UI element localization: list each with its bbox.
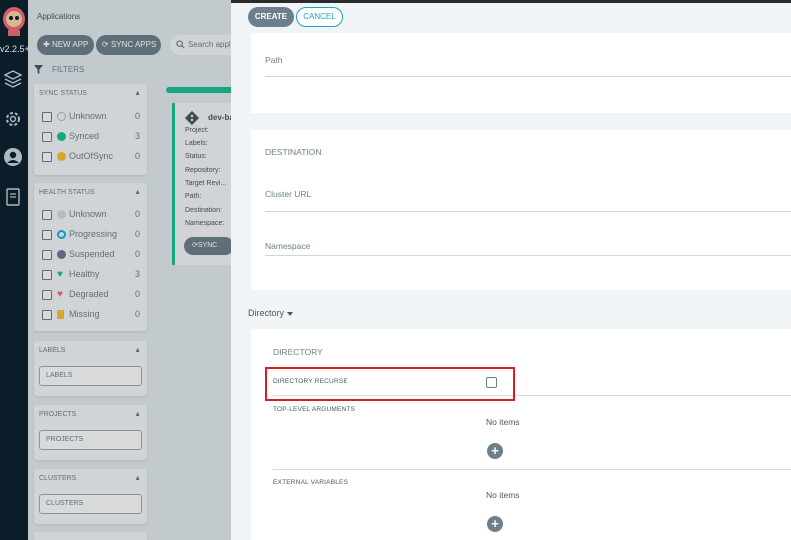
no-items-text: No items [486,490,520,500]
path-label: Path [265,55,283,65]
add-variable-button[interactable]: + [487,516,503,532]
divider [273,469,791,470]
create-app-panel: CREATE CANCEL Path DESTINATION Cluster U… [231,0,791,540]
create-button[interactable]: CREATE [248,7,294,27]
top-level-arguments-label: TOP-LEVEL ARGUMENTS [273,406,356,413]
panel-top-border [231,0,791,3]
add-argument-button[interactable]: + [487,443,503,459]
caret-down-icon [287,311,294,316]
namespace-label: Namespace [265,241,311,251]
cluster-url-label: Cluster URL [265,189,312,199]
source-section: Path [251,33,791,113]
section-title: DIRECTORY [273,347,323,357]
external-variables-label: EXTERNAL VARIABLES [273,479,349,486]
highlight-box [265,367,515,401]
cancel-button[interactable]: CANCEL [296,7,343,27]
section-title: DESTINATION [265,147,322,157]
namespace-input[interactable] [265,255,791,256]
no-items-text: No items [486,417,520,427]
path-input[interactable] [265,76,791,77]
destination-section: DESTINATION Cluster URL Namespace [251,130,791,290]
directory-section: DIRECTORY DIRECTORY RECURSE TOP-LEVEL AR… [251,329,791,540]
cluster-url-input[interactable] [265,211,791,212]
directory-dropdown[interactable]: Directory [248,308,294,318]
overlay-backdrop[interactable] [0,0,231,540]
